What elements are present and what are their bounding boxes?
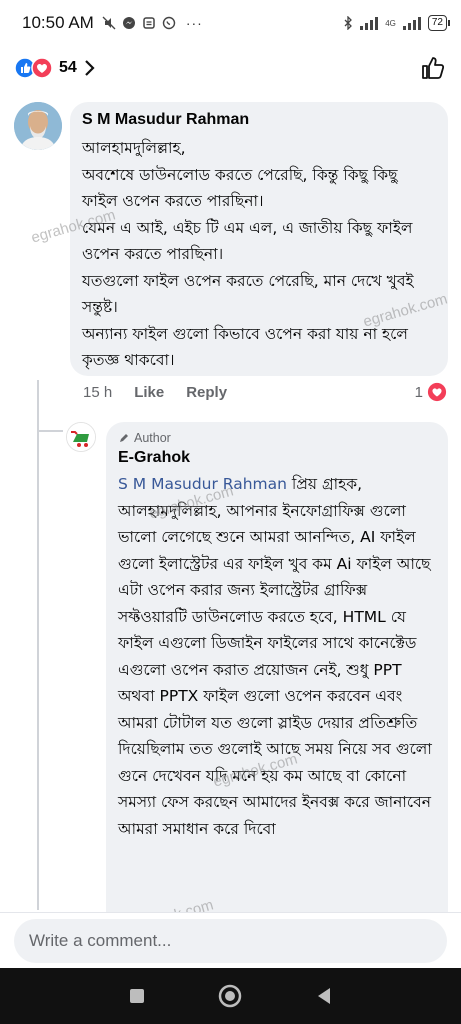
chevron-right-icon xyxy=(85,60,95,76)
author-badge-label: Author xyxy=(134,431,171,445)
love-reaction-icon xyxy=(427,382,447,402)
thread-line xyxy=(37,380,39,910)
back-button[interactable] xyxy=(312,984,336,1008)
comment-input[interactable] xyxy=(14,919,447,963)
status-bar: 10:50 AM ··· 4G 72 xyxy=(0,0,461,46)
thread-connector xyxy=(37,430,63,432)
avatar-image xyxy=(14,102,62,150)
home-circle-icon xyxy=(219,984,242,1008)
comment-text: আলহামদুলিল্লাহ, অবশেষে ডাউনলোড করতে পেরে… xyxy=(82,139,414,369)
comment-actions: 15 h Like Reply xyxy=(83,384,227,401)
home-button[interactable] xyxy=(218,984,242,1008)
reply-text: S M Masudur Rahman প্রিয় গ্রাহক, আলহামদ… xyxy=(118,471,436,842)
bluetooth-icon xyxy=(344,16,353,30)
back-triangle-icon xyxy=(318,988,331,1004)
comment-bubble: S M Masudur Rahman আলহামদুলিল্লাহ, অবশেষ… xyxy=(70,102,448,376)
comment-composer xyxy=(0,912,461,968)
commenter-avatar[interactable] xyxy=(14,102,62,150)
app-icon xyxy=(143,17,155,29)
recent-apps-button[interactable] xyxy=(125,984,149,1008)
status-right: 4G 72 xyxy=(343,15,451,31)
commenter-name[interactable]: S M Masudur Rahman xyxy=(82,111,436,129)
mute-icon xyxy=(102,16,116,30)
comment-reaction-count: 1 xyxy=(414,383,423,401)
pencil-icon xyxy=(120,434,128,442)
battery-icon: 72 xyxy=(427,15,451,31)
notification-icons: ··· xyxy=(102,15,203,31)
reactions-bar: 54 xyxy=(0,46,461,90)
reply-bubble: Author E-Grahok S M Masudur Rahman প্রিয… xyxy=(106,422,448,912)
comment-time: 15 h xyxy=(83,384,113,401)
signal-icon xyxy=(360,17,379,30)
reactions-summary[interactable]: 54 xyxy=(14,57,95,79)
author-avatar[interactable] xyxy=(66,422,96,452)
reply-body: প্রিয় গ্রাহক, আলহামদুলিল্লাহ, আপনার ইনফ… xyxy=(118,475,432,838)
reply-button[interactable]: Reply xyxy=(186,384,227,401)
comment-reactions[interactable]: 1 xyxy=(415,382,447,402)
network-type: 4G xyxy=(385,18,396,28)
messenger-icon xyxy=(122,17,135,29)
square-icon xyxy=(129,989,144,1003)
status-time: 10:50 AM xyxy=(22,13,94,32)
whatsapp-icon xyxy=(162,16,176,30)
egrahok-logo-icon xyxy=(67,423,95,451)
more-notifications-icon: ··· xyxy=(185,15,203,31)
reaction-count: 54 xyxy=(59,59,77,76)
like-button[interactable]: Like xyxy=(134,384,164,401)
system-nav-bar xyxy=(0,968,461,1024)
signal-icon-2 xyxy=(402,17,421,30)
mention-link[interactable]: S M Masudur Rahman xyxy=(118,475,287,493)
like-outline-icon[interactable] xyxy=(419,54,447,82)
reply-author-name[interactable]: E-Grahok xyxy=(118,449,436,467)
author-badge: Author xyxy=(118,431,436,445)
love-reaction-icon xyxy=(31,57,53,79)
